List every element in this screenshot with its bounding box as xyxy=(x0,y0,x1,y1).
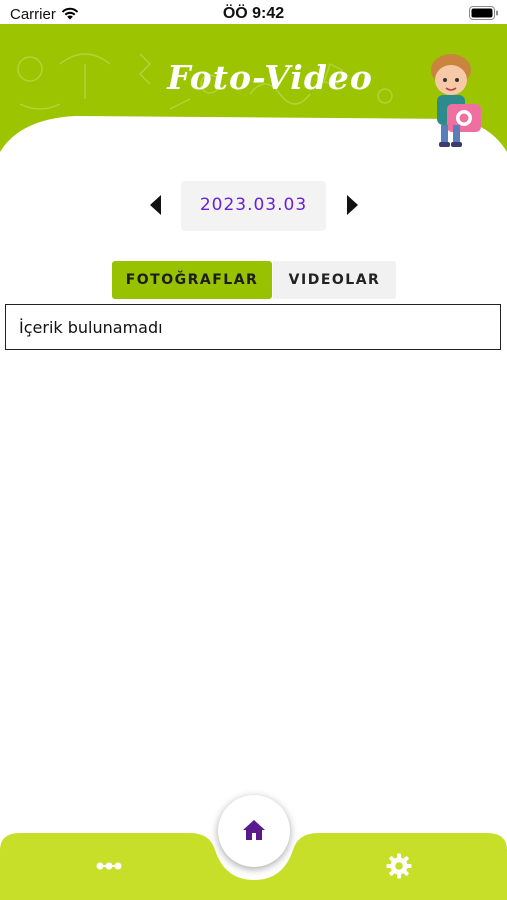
bottom-navigation xyxy=(0,780,507,900)
gear-icon[interactable] xyxy=(386,853,412,879)
battery-icon xyxy=(469,6,498,20)
date-selector: 2023.03.03 xyxy=(0,181,507,231)
previous-date-arrow-icon[interactable] xyxy=(150,195,161,215)
kid-with-camera-illustration xyxy=(431,54,481,147)
home-icon xyxy=(243,820,265,840)
status-time: ÖÖ 9:42 xyxy=(222,5,285,22)
date-display[interactable]: 2023.03.03 xyxy=(181,181,326,231)
next-date-arrow-icon[interactable] xyxy=(347,195,358,215)
tab-videos[interactable]: VIDEOLAR xyxy=(273,261,396,299)
dots-icon[interactable] xyxy=(96,861,122,871)
content-list: İçerik bulunamadı xyxy=(5,304,501,350)
home-button[interactable] xyxy=(218,795,290,867)
page-title: Foto-Video xyxy=(167,58,373,97)
header-banner: Foto-Video xyxy=(0,24,507,154)
tab-photos[interactable]: FOTOĞRAFLAR xyxy=(112,261,272,299)
empty-message: İçerik bulunamadı xyxy=(19,318,163,337)
